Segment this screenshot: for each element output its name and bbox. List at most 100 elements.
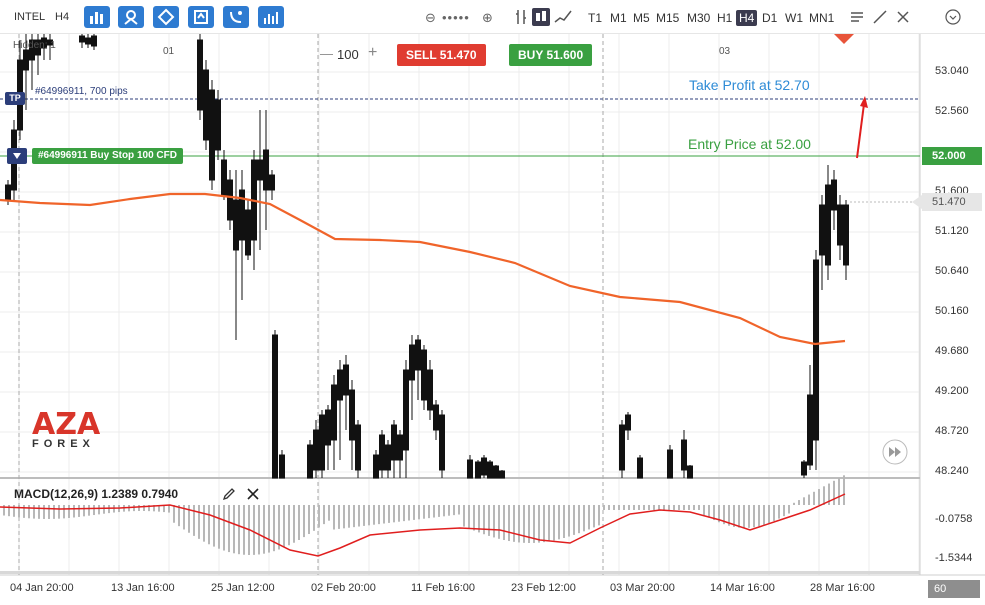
candle bbox=[421, 349, 427, 401]
candle bbox=[843, 204, 849, 266]
macd-signal-line bbox=[0, 493, 846, 557]
candle bbox=[481, 457, 487, 476]
candle bbox=[203, 69, 209, 141]
candle bbox=[279, 454, 285, 479]
horizontal-scrollbar[interactable] bbox=[0, 571, 920, 574]
candle bbox=[391, 424, 397, 461]
candle bbox=[331, 384, 337, 441]
price-tick: 49.680 bbox=[935, 345, 969, 357]
candle bbox=[493, 465, 499, 479]
logo-subtext: FOREX bbox=[32, 438, 95, 450]
tp-badge[interactable]: TP bbox=[5, 92, 25, 105]
quantity-stepper[interactable]: — 100 + bbox=[320, 44, 390, 66]
price-chart[interactable] bbox=[0, 0, 985, 605]
candle bbox=[313, 429, 319, 471]
candle bbox=[257, 159, 263, 181]
candle bbox=[681, 439, 687, 471]
candle bbox=[409, 344, 415, 381]
entry-price-tag: 52.000 bbox=[922, 147, 982, 165]
edit-icon[interactable] bbox=[222, 487, 236, 501]
price-tick: 50.160 bbox=[935, 305, 969, 317]
candle bbox=[801, 461, 807, 476]
candle bbox=[85, 37, 91, 45]
candle bbox=[637, 457, 643, 479]
candle bbox=[337, 369, 343, 401]
bars-count-box[interactable]: 60 bbox=[928, 580, 980, 598]
candle bbox=[813, 259, 819, 441]
chevron-down-icon bbox=[13, 153, 21, 159]
candle bbox=[263, 149, 269, 191]
candle bbox=[379, 434, 385, 471]
candle bbox=[23, 49, 29, 71]
candle bbox=[467, 459, 473, 479]
candle bbox=[355, 424, 361, 471]
trend-arrow-head bbox=[860, 96, 868, 108]
candle bbox=[439, 414, 445, 471]
price-tick: 53.040 bbox=[935, 65, 969, 77]
time-tick: 04 Jan 20:00 bbox=[10, 582, 74, 594]
time-tick: 25 Jan 12:00 bbox=[211, 582, 275, 594]
candle bbox=[233, 199, 239, 251]
price-tick: 48.240 bbox=[935, 465, 969, 477]
candle bbox=[403, 369, 409, 451]
candle bbox=[79, 35, 85, 43]
candle bbox=[499, 470, 505, 479]
tp-order-label: #64996911, 700 pips bbox=[35, 86, 128, 97]
candle bbox=[475, 461, 481, 479]
sell-button[interactable]: SELL 51.470 bbox=[397, 44, 486, 66]
candle bbox=[667, 449, 673, 479]
decrease-icon[interactable]: — bbox=[320, 46, 333, 61]
candle bbox=[807, 394, 813, 466]
price-tick: 52.560 bbox=[935, 105, 969, 117]
candle bbox=[209, 89, 215, 181]
time-tick: 11 Feb 16:00 bbox=[411, 582, 476, 594]
macd-tick: -0.0758 bbox=[935, 513, 973, 525]
candle bbox=[325, 409, 331, 446]
candle bbox=[819, 204, 825, 256]
price-tick: 51.120 bbox=[935, 225, 969, 237]
time-tick: 03 Mar 20:00 bbox=[610, 582, 675, 594]
macd-title[interactable]: MACD(12,26,9) 1.2389 0.7940 bbox=[14, 487, 178, 501]
order-toggle[interactable] bbox=[7, 148, 27, 164]
macd-tick: -1.5344 bbox=[935, 552, 973, 564]
candle bbox=[319, 414, 325, 471]
candle bbox=[619, 424, 625, 471]
candle bbox=[831, 179, 837, 211]
candle bbox=[687, 465, 693, 479]
time-tick: 28 Mar 16:00 bbox=[810, 582, 875, 594]
hidden-label: Hidden: 1 bbox=[13, 40, 56, 51]
pending-order-bar[interactable]: #64996911 Buy Stop 100 CFD bbox=[32, 148, 183, 164]
candle bbox=[5, 184, 11, 201]
candle bbox=[245, 209, 251, 256]
candle bbox=[349, 389, 355, 441]
current-price-pointer bbox=[912, 195, 922, 209]
price-tick: 50.640 bbox=[935, 265, 969, 277]
candle bbox=[343, 364, 349, 396]
candle bbox=[433, 404, 439, 431]
top-day-mark: 01 bbox=[163, 46, 175, 57]
increase-icon[interactable]: + bbox=[368, 44, 377, 62]
buy-button[interactable]: BUY 51.600 bbox=[509, 44, 593, 66]
candle bbox=[215, 99, 221, 151]
time-tick: 14 Mar 16:00 bbox=[710, 582, 775, 594]
candle bbox=[825, 184, 831, 266]
candle bbox=[307, 444, 313, 479]
quantity-value[interactable]: 100 bbox=[337, 47, 359, 62]
close-icon[interactable] bbox=[246, 487, 260, 501]
time-tick: 02 Feb 20:00 bbox=[311, 582, 376, 594]
candle bbox=[397, 434, 403, 461]
candle bbox=[415, 339, 421, 371]
candle bbox=[91, 35, 97, 47]
candle bbox=[373, 454, 379, 479]
time-tick: 23 Feb 12:00 bbox=[511, 582, 576, 594]
moving-average-line bbox=[0, 192, 846, 346]
price-tick: 49.200 bbox=[935, 385, 969, 397]
candle bbox=[221, 159, 227, 196]
candle bbox=[272, 334, 278, 479]
candle bbox=[487, 461, 493, 479]
scroll-marker-icon[interactable] bbox=[834, 34, 854, 44]
candle bbox=[385, 444, 391, 471]
candle bbox=[227, 179, 233, 221]
time-tick: 13 Jan 16:00 bbox=[111, 582, 175, 594]
current-price-tag: 51.470 bbox=[922, 193, 982, 211]
